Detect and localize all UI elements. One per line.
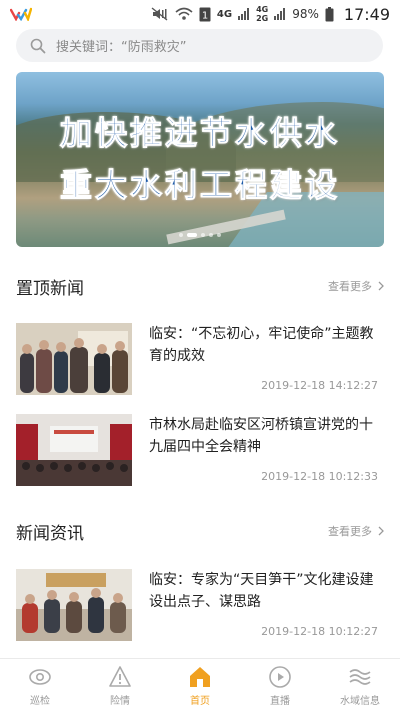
banner-headline-1: 加快推进节水供水 [59, 114, 340, 153]
news-thumbnail [16, 569, 132, 641]
news-date: 2019-12-18 10:12:33 [261, 470, 378, 483]
chevron-right-icon [378, 281, 384, 291]
play-icon [269, 666, 291, 688]
carousel-dot[interactable] [187, 233, 197, 237]
water-waves-icon [349, 669, 371, 685]
section-title: 置顶新闻 [16, 278, 84, 299]
view-more-link[interactable]: 查看更多 [328, 278, 384, 294]
mute-icon [151, 7, 168, 21]
view-more-label: 查看更多 [328, 280, 372, 293]
signal-icon [238, 8, 250, 20]
tab-label: 首页 [190, 696, 210, 707]
banner-headline-2: 重大水利工程建设 [59, 166, 340, 205]
carousel-dot[interactable] [201, 233, 205, 237]
network-label-2: 4G [256, 5, 269, 14]
bottom-nav: 巡检 险情 首页 直播 水域信息 [0, 658, 400, 711]
chevron-right-icon [378, 526, 384, 536]
search-bar[interactable]: 搜关键词：“防雨救灾” [16, 29, 383, 62]
search-placeholder: 搜关键词：“防雨救灾” [56, 40, 187, 55]
search-icon [30, 38, 46, 53]
news-title: 临安：专家为“天目笋干”文化建设建设出点子、谋思路 [149, 572, 374, 610]
tab-label: 水域信息 [340, 696, 380, 707]
signal-icon-2 [274, 8, 286, 20]
news-thumbnail [16, 414, 132, 486]
news-title: 市林水局赴临安区河桥镇宣讲党的十九届四中全会精神 [149, 417, 373, 455]
news-item[interactable]: 临安：专家为“天目笋干”文化建设建设出点子、谋思路 2019-12-18 10:… [16, 569, 384, 641]
clock: 17:49 [343, 4, 390, 24]
eye-icon [29, 669, 51, 685]
tab-live[interactable]: 直播 [240, 659, 320, 711]
svg-text:1: 1 [202, 10, 208, 21]
status-bar: 1 4G 4G 2G 98% 17:49 [0, 0, 400, 28]
section-header-news: 新闻资讯 查看更多 [16, 518, 384, 544]
home-icon [190, 667, 210, 687]
warning-icon [109, 666, 131, 687]
section-header-pinned: 置顶新闻 查看更多 [16, 273, 384, 299]
news-title: 临安：“不忘初心，牢记使命”主题教育的成效 [149, 326, 374, 364]
news-item[interactable]: 市林水局赴临安区河桥镇宣讲党的十九届四中全会精神 2019-12-18 10:1… [16, 414, 384, 486]
tab-water-info[interactable]: 水域信息 [320, 659, 400, 711]
carousel-dot[interactable] [217, 233, 221, 237]
network-label-3: 2G [256, 14, 269, 23]
news-item[interactable]: 临安：“不忘初心，牢记使命”主题教育的成效 2019-12-18 14:12:2… [16, 323, 384, 395]
tab-label: 巡检 [30, 696, 50, 707]
wifi-icon [175, 7, 193, 20]
news-thumbnail [16, 323, 132, 395]
view-more-link[interactable]: 查看更多 [328, 523, 384, 539]
tab-inspection[interactable]: 巡检 [0, 659, 80, 711]
news-date: 2019-12-18 10:12:27 [261, 625, 378, 638]
network-label-1: 4G [216, 8, 233, 20]
carousel-indicator [16, 233, 384, 237]
battery-percent: 98% [292, 7, 319, 21]
tab-label: 险情 [110, 696, 130, 707]
tab-home[interactable]: 首页 [160, 659, 240, 711]
carousel-dot[interactable] [209, 233, 213, 237]
battery-icon [325, 6, 334, 21]
app-logo-icon [10, 7, 32, 21]
banner-carousel[interactable]: 加快推进节水供水 重大水利工程建设 [16, 72, 384, 247]
tab-hazard[interactable]: 险情 [80, 659, 160, 711]
news-date: 2019-12-18 14:12:27 [261, 379, 378, 392]
view-more-label: 查看更多 [328, 525, 372, 538]
carousel-dot[interactable] [179, 233, 183, 237]
tab-label: 直播 [270, 696, 290, 707]
section-title: 新闻资讯 [16, 523, 84, 544]
sim-icon: 1 [199, 7, 211, 21]
